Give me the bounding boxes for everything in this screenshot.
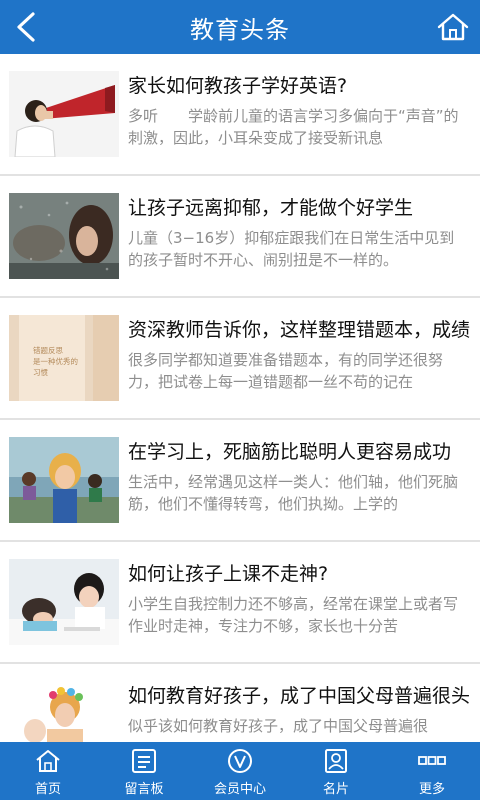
page-title: 教育头条 <box>190 15 290 44</box>
article-summary: 小学生自我控制力还不够高，经常在课堂上或者写作业时走神，专注力不够，家长也十分苦 <box>128 595 459 635</box>
back-button[interactable] <box>6 7 46 47</box>
article-summary: 似乎该如何教育好孩子，成了中国父母普遍很 <box>128 717 429 735</box>
tab-label: 首页 <box>34 782 61 797</box>
home-button[interactable] <box>434 8 472 46</box>
thumbnail-caption: 错题反思 <box>33 345 63 355</box>
tab-more[interactable]: 更多 <box>384 742 480 800</box>
thumbnail-caption: 习惯 <box>33 367 48 377</box>
article-title: 如何教育好孩子，成了中国父母普遍很头 <box>128 685 470 707</box>
home-icon <box>34 747 62 775</box>
article-thumbnail <box>9 559 119 645</box>
article-thumbnail <box>9 437 119 523</box>
article-list: 家长如何教孩子学好英语? 多听 学龄前儿童的语言学习多偏向于“声音”的刺激，因此… <box>0 54 480 742</box>
article-summary: 多听 学龄前儿童的语言学习多偏向于“声音”的刺激，因此，小耳朵变成了接受新讯息 <box>128 107 459 147</box>
article-item[interactable]: 让孩子远离抑郁，才能做个好学生 儿童（3−16岁）抑郁症跟我们在日常生活中见到的… <box>0 176 480 298</box>
article-title: 让孩子远离抑郁，才能做个好学生 <box>128 197 414 219</box>
article-item[interactable]: 在学习上，死脑筋比聪明人更容易成功 生活中，经常遇见这样一类人：他们轴，他们死脑… <box>0 420 480 542</box>
tab-label: 更多 <box>418 782 445 797</box>
business-card-icon <box>322 747 350 775</box>
article-thumbnail: 错题反思 是一种优秀的 习惯 <box>9 315 119 401</box>
back-arrow-icon <box>17 12 35 42</box>
message-board-icon <box>130 747 158 775</box>
article-title: 家长如何教孩子学好英语? <box>128 75 348 97</box>
tab-home[interactable]: 首页 <box>0 742 96 800</box>
article-thumbnail <box>9 193 119 279</box>
article-summary: 很多同学都知道要准备错题本，有的同学还很努力，把试卷上每一道错题都一丝不苟的记在 <box>128 351 444 391</box>
tab-member-center[interactable]: 会员中心 <box>192 742 288 800</box>
article-item[interactable]: 如何让孩子上课不走神? 小学生自我控制力还不够高，经常在课堂上或者写作业时走神，… <box>0 542 480 664</box>
bottom-tab-bar: 首页 留言板 会员中心 名片 更多 <box>0 742 480 800</box>
more-icon <box>418 747 446 775</box>
home-icon <box>437 13 469 41</box>
article-title: 资深教师告诉你，这样整理错题本，成绩 <box>128 319 470 341</box>
article-summary: 生活中，经常遇见这样一类人：他们轴，他们死脑筋，他们不懂得转弯，他们执拗。上学的 <box>128 473 459 513</box>
article-item[interactable]: 家长如何教孩子学好英语? 多听 学龄前儿童的语言学习多偏向于“声音”的刺激，因此… <box>0 54 480 176</box>
article-summary: 儿童（3−16岁）抑郁症跟我们在日常生活中见到的孩子暂时不开心、闹别扭是不一样的… <box>128 229 455 269</box>
article-thumbnail <box>9 681 119 742</box>
article-title: 在学习上，死脑筋比聪明人更容易成功 <box>128 441 452 463</box>
article-item[interactable]: 错题反思 是一种优秀的 习惯 资深教师告诉你，这样整理错题本，成绩 很多同学都知… <box>0 298 480 420</box>
article-item[interactable]: 如何教育好孩子，成了中国父母普遍很头 似乎该如何教育好孩子，成了中国父母普遍很 <box>0 664 480 742</box>
tab-label: 会员中心 <box>213 782 266 797</box>
tab-label: 留言板 <box>124 782 164 797</box>
tab-message-board[interactable]: 留言板 <box>96 742 192 800</box>
thumbnail-caption: 是一种优秀的 <box>33 356 78 366</box>
tab-business-card[interactable]: 名片 <box>288 742 384 800</box>
member-center-icon <box>226 747 254 775</box>
article-title: 如何让孩子上课不走神? <box>128 563 329 585</box>
article-thumbnail <box>9 71 119 157</box>
tab-label: 名片 <box>322 782 349 797</box>
top-bar: 教育头条 <box>0 0 480 54</box>
